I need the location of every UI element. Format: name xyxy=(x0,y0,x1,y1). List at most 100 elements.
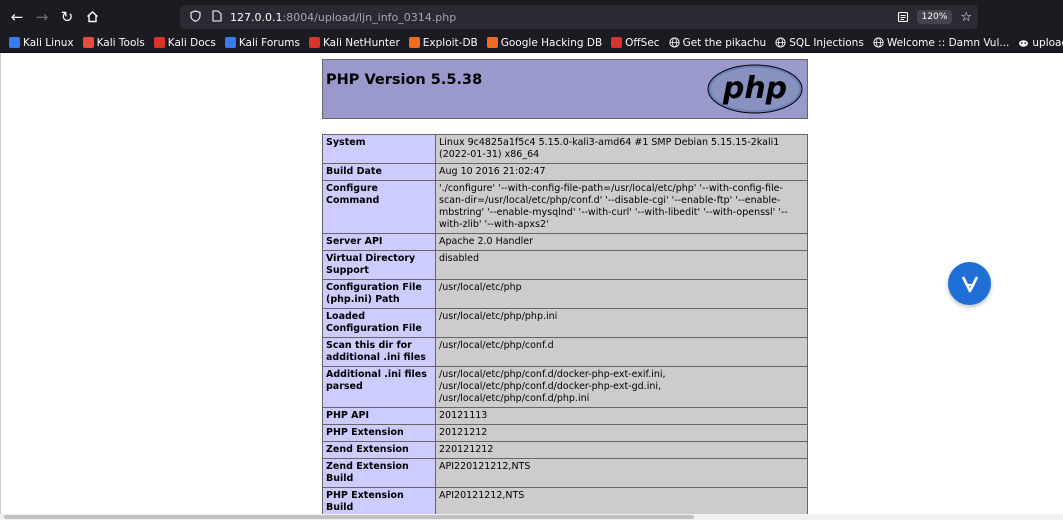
info-key: Server API xyxy=(322,233,436,251)
bookmark-item[interactable]: Exploit-DB xyxy=(408,36,478,49)
bookmark-item[interactable]: Welcome :: Damn Vul... xyxy=(873,36,1010,49)
info-key: System xyxy=(322,134,436,164)
info-value: 220121212 xyxy=(435,441,808,459)
zoom-level-badge[interactable]: 120% xyxy=(916,10,953,24)
page-content: PHP Version 5.5.38 php System Linux 9c482… xyxy=(0,53,1063,514)
home-icon[interactable] xyxy=(80,5,104,29)
url-path: :8004/upload/ljn_info_0314.php xyxy=(282,10,457,24)
bookmark-item[interactable]: Get the pikachu xyxy=(668,36,767,49)
globe-icon xyxy=(668,37,680,48)
bookmark-item[interactable]: upload-labs xyxy=(1018,37,1063,49)
kali-tools-icon xyxy=(82,37,94,48)
info-key: Additional .ini files parsed xyxy=(322,366,436,408)
reader-view-icon[interactable] xyxy=(897,8,909,27)
url-host: 127.0.0.1 xyxy=(230,10,283,24)
info-key: Configure Command xyxy=(322,180,436,234)
bookmark-label: Kali Linux xyxy=(23,36,74,49)
bookmark-item[interactable]: SQL Injections xyxy=(775,37,864,49)
bookmark-item[interactable]: Google Hacking DB xyxy=(486,36,603,49)
bookmark-label: Kali NetHunter xyxy=(322,36,400,49)
info-key: Loaded Configuration File xyxy=(322,308,436,338)
php-version-title: PHP Version 5.5.38 xyxy=(326,72,483,88)
php-logo-text: php xyxy=(722,71,787,106)
browser-toolbar: ← → ↻ 127.0.0.1:8004/upload/ljn_info_031… xyxy=(0,0,1063,33)
info-value: Aug 10 2016 21:02:47 xyxy=(435,163,808,181)
info-value: API20121212,NTS xyxy=(435,487,808,514)
info-value: 20121212 xyxy=(435,424,808,442)
ghdb-icon xyxy=(486,37,498,48)
info-value: /usr/local/etc/php/conf.d/docker-php-ext… xyxy=(435,366,808,408)
info-value: API220121212,NTS xyxy=(435,458,808,488)
reload-icon[interactable]: ↻ xyxy=(55,5,79,29)
page-icon[interactable] xyxy=(210,9,224,25)
bookmark-label: Kali Forums xyxy=(238,36,300,49)
url-text[interactable]: 127.0.0.1:8004/upload/ljn_info_0314.php xyxy=(230,11,456,24)
info-row: Zend Extension Build API220121212,NTS xyxy=(322,458,808,488)
bookmark-label: Kali Tools xyxy=(96,36,145,49)
bookmark-star-icon[interactable]: ☆ xyxy=(960,10,972,25)
bookmark-item[interactable]: Kali Tools xyxy=(82,36,145,49)
info-key: PHP API xyxy=(322,407,436,425)
bookmark-label: Google Hacking DB xyxy=(500,36,603,49)
info-value: /usr/local/etc/php/php.ini xyxy=(435,308,808,338)
info-row: Server API Apache 2.0 Handler xyxy=(322,233,808,251)
info-value: './configure' '--with-config-file-path=/… xyxy=(435,180,808,234)
floating-assistant-button[interactable] xyxy=(948,262,991,305)
bookmark-item[interactable]: OffSec xyxy=(611,37,660,49)
bookmark-item[interactable]: Kali NetHunter xyxy=(308,36,400,49)
offsec-icon xyxy=(611,37,623,48)
info-row: Configuration File (php.ini) Path/usr/lo… xyxy=(322,279,808,309)
info-row: Zend Extension 220121212 xyxy=(322,441,808,459)
forward-arrow-icon[interactable]: → xyxy=(30,5,54,29)
nethunter-icon xyxy=(308,37,320,48)
info-row: Additional .ini files parsed/usr/local/e… xyxy=(322,366,808,408)
php-version-header: PHP Version 5.5.38 php xyxy=(322,59,808,119)
info-key: PHP Extension Build xyxy=(322,487,436,514)
assistant-logo-icon xyxy=(961,275,978,292)
info-key: Scan this dir for additional .ini files xyxy=(322,337,436,367)
shield-icon[interactable] xyxy=(188,9,202,25)
address-bar[interactable]: 127.0.0.1:8004/upload/ljn_info_0314.php … xyxy=(180,5,978,29)
upload-labs-icon xyxy=(1018,37,1029,48)
info-value: disabled xyxy=(435,250,808,280)
info-value: /usr/local/etc/php/conf.d xyxy=(435,337,808,367)
info-key: Configuration File (php.ini) Path xyxy=(322,279,436,309)
scrollbar-thumb[interactable] xyxy=(4,515,694,519)
info-row: PHP Extension Build API20121212,NTS xyxy=(322,487,808,514)
bookmark-label: Kali Docs xyxy=(167,36,216,49)
bookmark-label: SQL Injections xyxy=(789,36,864,49)
info-value: 20121113 xyxy=(435,407,808,425)
bookmark-item[interactable]: Kali Docs xyxy=(153,36,216,49)
info-value: Apache 2.0 Handler xyxy=(435,233,808,251)
info-row: Virtual Directory Support disabled xyxy=(322,250,808,280)
info-key: Build Date xyxy=(322,163,436,181)
kali-icon xyxy=(9,37,20,48)
info-key: Virtual Directory Support xyxy=(322,250,436,280)
info-key: PHP Extension xyxy=(322,424,436,442)
php-info-table: System Linux 9c4825a1f5c4 5.15.0-kali3-am… xyxy=(322,134,808,514)
bookmark-label: Welcome :: Damn Vul... xyxy=(886,36,1010,49)
info-row: PHP API 20121113 xyxy=(322,407,808,425)
globe-icon xyxy=(873,37,884,48)
info-value: Linux 9c4825a1f5c4 5.15.0-kali3-amd64 #1… xyxy=(435,134,808,164)
kali-forums-icon xyxy=(224,37,236,48)
php-logo-icon: php xyxy=(707,64,803,114)
info-row: System Linux 9c4825a1f5c4 5.15.0-kali3-am… xyxy=(322,134,808,164)
info-key: Zend Extension xyxy=(322,441,436,459)
info-row: Scan this dir for additional .ini files /… xyxy=(322,337,808,367)
horizontal-scrollbar[interactable] xyxy=(0,514,1063,520)
exploitdb-icon xyxy=(408,37,420,48)
info-row: Build Date Aug 10 2016 21:02:47 xyxy=(322,163,808,181)
info-row: Loaded Configuration File/usr/local/etc/… xyxy=(322,308,808,338)
back-arrow-icon[interactable]: ← xyxy=(5,5,29,29)
bookmark-label: Exploit-DB xyxy=(422,36,478,49)
bookmark-item[interactable]: Kali Linux xyxy=(9,37,74,49)
info-value: /usr/local/etc/php xyxy=(435,279,808,309)
info-row: PHP Extension 20121212 xyxy=(322,424,808,442)
bookmark-label: Get the pikachu xyxy=(682,36,767,49)
bookmark-item[interactable]: Kali Forums xyxy=(224,36,300,49)
globe-icon xyxy=(775,37,786,48)
bookmark-label: upload-labs xyxy=(1032,36,1063,49)
info-key: Zend Extension Build xyxy=(322,458,436,488)
bookmarks-bar: Kali Linux Kali Tools Kali Docs Kali Forums… xyxy=(0,33,1063,53)
